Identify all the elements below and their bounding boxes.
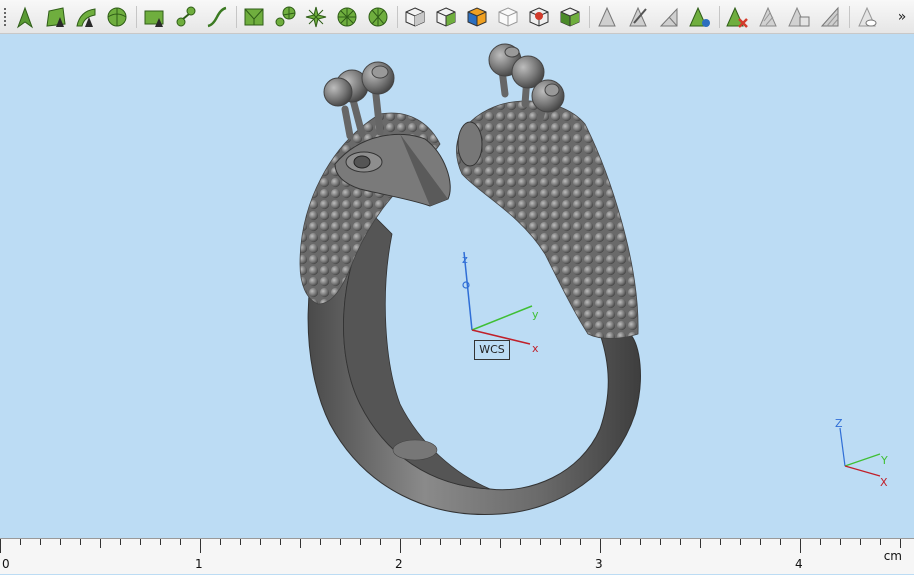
pointer-arrow-icon[interactable] [12,4,38,30]
triangle-delete-icon[interactable] [724,4,750,30]
triad-y-label: Y [880,454,888,467]
mesh-box-icon[interactable] [241,4,267,30]
toolbar-overflow-button[interactable]: » [894,7,910,27]
triangle-hatch-icon[interactable] [755,4,781,30]
mesh-star-icon[interactable] [303,4,329,30]
triangle-gray-icon[interactable] [594,4,620,30]
ruler-label-1: 1 [195,557,203,571]
ruler-label-0: 0 [2,557,10,571]
node-select-icon[interactable] [173,4,199,30]
mesh-wheel-icon[interactable] [334,4,360,30]
curve-select-icon[interactable] [204,4,230,30]
cube-color-icon[interactable] [464,4,490,30]
triangle-stripe-icon[interactable] [817,4,843,30]
toolbar-grip[interactable] [4,8,8,26]
triangle-refresh-icon[interactable] [687,4,713,30]
triangle-copy-icon[interactable] [786,4,812,30]
cube-view-icon[interactable] [402,4,428,30]
cube-red-icon[interactable] [526,4,552,30]
cube-outline-icon[interactable] [495,4,521,30]
surface-arrow-icon[interactable] [43,4,69,30]
cube-green-icon[interactable] [557,4,583,30]
view-triad: Z Y X [835,417,888,489]
triad-x-label: X [880,476,888,489]
triad-z-label: Z [835,417,843,430]
ruler-label-4: 4 [795,557,803,571]
wcs-label: WCS [474,340,510,360]
curve-arrow-icon[interactable] [73,4,99,30]
wcs-x-label: x [532,342,539,355]
mesh-node-icon[interactable] [272,4,298,30]
rectangle-select-icon[interactable] [141,4,167,30]
mesh-fan-icon[interactable] [365,4,391,30]
ruler-label-3: 3 [595,557,603,571]
3d-viewport[interactable]: z y x Z Y X WCS [0,34,914,538]
cube-view-2-icon[interactable] [433,4,459,30]
ruler: 0 1 2 3 4 cm [0,538,914,574]
triangle-split-icon[interactable] [656,4,682,30]
triangle-eye-icon[interactable] [854,4,880,30]
ruler-unit: cm [883,549,902,563]
wcs-z-label: z [462,253,468,266]
ring-model: z y x Z Y X [299,43,888,516]
ruler-label-2: 2 [395,557,403,571]
wcs-y-label: y [532,308,539,321]
main-toolbar: » [0,0,914,34]
sphere-select-icon[interactable] [104,4,130,30]
triangle-edit-icon[interactable] [625,4,651,30]
ruler-ticks [0,539,901,553]
